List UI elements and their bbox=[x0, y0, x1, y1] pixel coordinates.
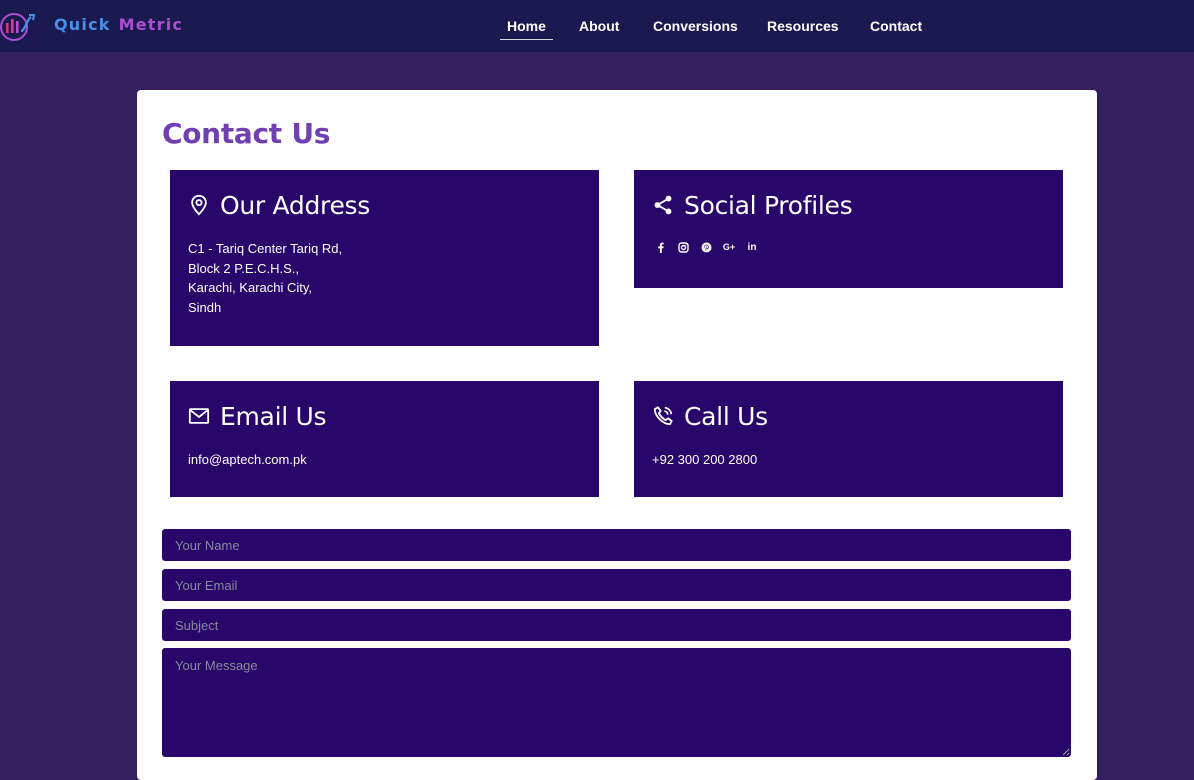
address-header: Our Address bbox=[188, 190, 370, 220]
share-icon bbox=[654, 195, 672, 215]
address-line: C1 - Tariq Center Tariq Rd, bbox=[188, 241, 343, 256]
google-plus-icon[interactable]: G+ bbox=[722, 240, 736, 254]
subject-input[interactable] bbox=[162, 609, 1071, 641]
facebook-icon[interactable] bbox=[653, 240, 667, 254]
page-title: Contact Us bbox=[162, 117, 331, 150]
pinterest-icon[interactable] bbox=[699, 240, 713, 254]
nav-resources[interactable]: Resources bbox=[767, 18, 839, 34]
address-text: C1 - Tariq Center Tariq Rd, Block 2 P.E.… bbox=[188, 239, 342, 317]
phone-header: Call Us bbox=[652, 401, 768, 431]
address-line: Karachi, Karachi City, bbox=[188, 280, 313, 295]
top-navbar: Quick Metric Home About Conversions Resou… bbox=[0, 0, 1194, 52]
nav-contact[interactable]: Contact bbox=[870, 18, 922, 34]
nav-about[interactable]: About bbox=[579, 18, 619, 34]
email-input[interactable] bbox=[162, 569, 1071, 601]
brand-word-1: Quick bbox=[54, 15, 111, 34]
social-header: Social Profiles bbox=[652, 190, 853, 220]
social-title: Social Profiles bbox=[684, 190, 853, 220]
address-box: Our Address C1 - Tariq Center Tariq Rd, … bbox=[170, 170, 599, 346]
address-line: Sindh bbox=[188, 299, 222, 315]
name-input[interactable] bbox=[162, 529, 1071, 561]
social-links: G+ in bbox=[653, 240, 759, 254]
nav-home[interactable]: Home bbox=[500, 18, 553, 40]
social-box: Social Profiles G+ in bbox=[634, 170, 1063, 288]
address-line: Block 2 P.E.C.H.S., bbox=[188, 260, 300, 276]
message-textarea[interactable] bbox=[162, 648, 1071, 757]
brand-name[interactable]: Quick Metric bbox=[54, 15, 183, 34]
brand-word-2: Metric bbox=[118, 15, 184, 34]
contact-card: Contact Us Our Address C1 - Tariq Center… bbox=[137, 90, 1097, 780]
phone-title: Call Us bbox=[684, 401, 768, 431]
phone-icon bbox=[653, 406, 673, 426]
envelope-icon bbox=[188, 408, 210, 424]
nav-conversions[interactable]: Conversions bbox=[653, 18, 738, 34]
email-address[interactable]: info@aptech.com.pk bbox=[188, 450, 307, 470]
email-title: Email Us bbox=[220, 401, 327, 431]
map-pin-icon bbox=[191, 194, 207, 216]
linkedin-icon[interactable]: in bbox=[745, 240, 759, 254]
address-title: Our Address bbox=[220, 190, 371, 220]
phone-number[interactable]: +92 300 200 2800 bbox=[652, 450, 757, 470]
phone-box: Call Us +92 300 200 2800 bbox=[634, 381, 1063, 497]
instagram-icon[interactable] bbox=[676, 240, 690, 254]
logo-icon[interactable] bbox=[0, 9, 38, 43]
email-header: Email Us bbox=[188, 401, 327, 431]
email-box: Email Us info@aptech.com.pk bbox=[170, 381, 599, 497]
